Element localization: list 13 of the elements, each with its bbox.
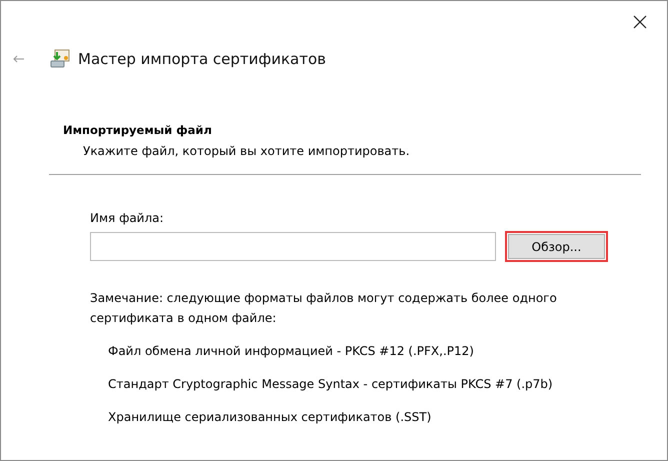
certificate-wizard-icon [50,49,70,69]
note-text: Замечание: следующие форматы файлов могут содержать более одного сертификата в одном файле: [90,290,558,327]
browse-button[interactable]: Обзор... [505,231,608,262]
format-item: Файл обмена личной информацией - PKCS #12 (.PFX,.P12) [107,343,475,360]
back-arrow-icon[interactable] [13,55,24,63]
window-title: Мастер импорта сертификатов [78,50,326,68]
close-icon[interactable] [633,15,647,29]
section-title: Импортируемый файл [63,123,213,137]
format-item: Хранилище сериализованных сертификатов (.SST) [107,409,432,426]
section-subtitle: Укажите файл, который вы хотите импортировать. [82,144,411,158]
file-name-field[interactable] [90,232,496,261]
field-label: Имя файла: [90,211,165,225]
format-item: Стандарт Cryptographic Message Syntax - сертификаты PKCS #7 (.p7b) [107,376,554,393]
